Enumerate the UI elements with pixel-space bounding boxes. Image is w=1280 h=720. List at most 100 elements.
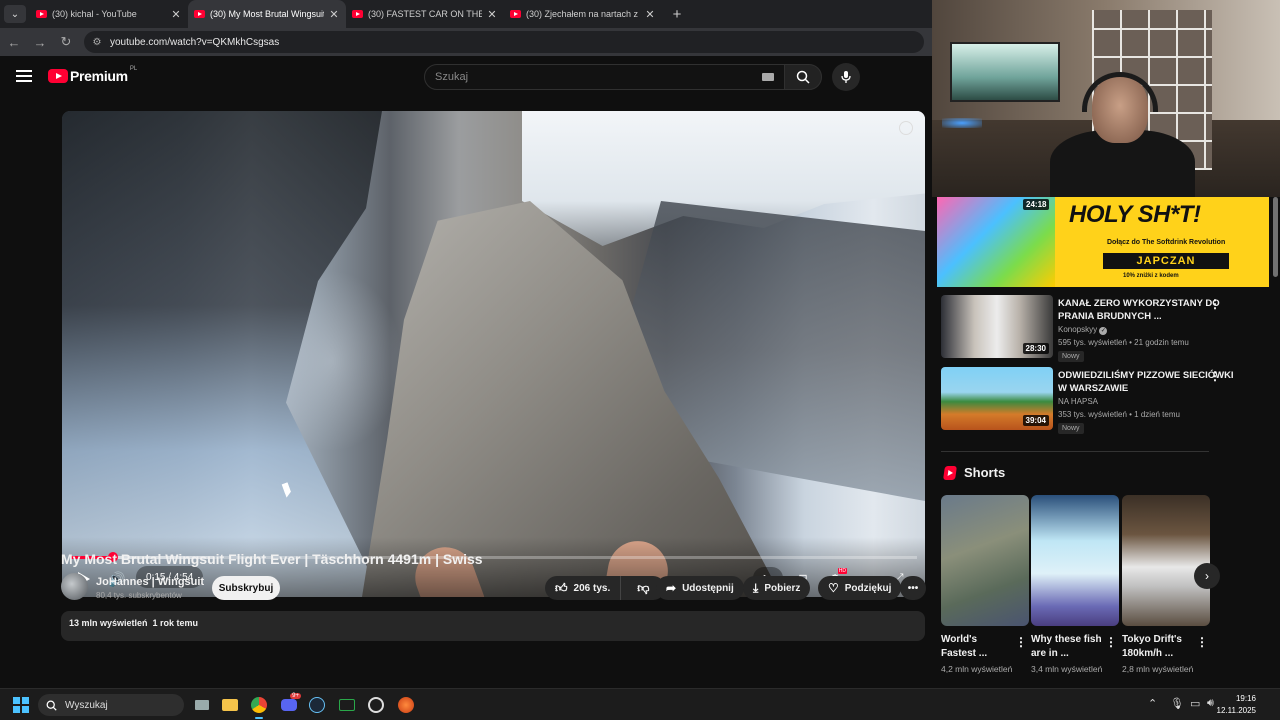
browser-tab[interactable]: (30) kichal - YouTube ✕ xyxy=(30,0,188,28)
steam-icon[interactable] xyxy=(305,693,329,717)
short-thumbnail[interactable] xyxy=(1122,495,1210,626)
share-button[interactable]: ➦ Udostępnij xyxy=(656,576,744,600)
tab-close-icon[interactable]: ✕ xyxy=(170,8,182,21)
video-meta: 595 tys. wyświetleń • 21 godzin temu xyxy=(1058,338,1189,347)
hamburger-menu-icon[interactable] xyxy=(16,70,32,82)
short-item[interactable]: Tokyo Drift's 180km/h ... 2,8 mln wyświe… xyxy=(1122,495,1210,688)
tab-close-icon[interactable]: ✕ xyxy=(328,8,340,21)
download-button[interactable]: ⤓ Pobierz xyxy=(743,576,811,600)
video-duration: 39:04 xyxy=(1022,415,1049,426)
channel-avatar[interactable] xyxy=(61,573,88,600)
more-vertical-icon[interactable]: ⋮ xyxy=(1196,635,1208,649)
search-icon xyxy=(796,70,810,84)
video-title: My Most Brutal Wingsuit Flight Ever | Tä… xyxy=(61,551,483,567)
chevron-up-icon[interactable]: ⌃ xyxy=(1148,697,1157,710)
new-tab-plus-icon[interactable]: + xyxy=(666,3,688,25)
speaker-icon[interactable]: 🔊︎ xyxy=(1207,697,1214,710)
xbox-icon[interactable] xyxy=(335,693,359,717)
webcam-led xyxy=(942,118,982,128)
new-badge: Nowy xyxy=(1058,423,1084,434)
taskbar-search[interactable]: Wyszukaj xyxy=(38,694,184,716)
ad-promo: 10% zniżki z kodem xyxy=(1123,273,1179,279)
chrome-icon[interactable] xyxy=(247,693,271,719)
ad-subline: Dołącz do The Softdrink Revolution xyxy=(1107,239,1226,246)
tab-search-button[interactable]: ⌄ xyxy=(4,5,26,23)
more-vertical-icon[interactable]: ⋮ xyxy=(1209,297,1221,311)
short-title[interactable]: Why these fish are in ... xyxy=(1031,633,1103,661)
short-item[interactable]: Why these fish are in ... 3,4 mln wyświe… xyxy=(1031,495,1119,688)
video-thumbnail[interactable]: 28:30 xyxy=(941,295,1053,358)
keyboard-icon[interactable] xyxy=(762,73,774,81)
thanks-button[interactable]: ♡ Podziękuj xyxy=(818,576,902,600)
address-bar[interactable]: ⚙ youtube.com/watch?v=QKMkhCsgsas xyxy=(84,31,924,53)
microphone-icon[interactable]: 🎙︎ xyxy=(1170,697,1184,710)
channel-name[interactable]: JoHannes | Wingsuit xyxy=(96,576,204,588)
forward-arrow-icon[interactable]: → xyxy=(28,30,52,54)
discord-notification-badge: 9+ xyxy=(290,693,301,699)
search-input[interactable]: Szukaj xyxy=(424,64,786,90)
channel-name[interactable]: Konopskyy ✓ xyxy=(1058,325,1108,335)
browser-tab[interactable]: (30) FASTEST CAR ON THE PLA ✕ xyxy=(346,0,504,28)
tab-close-icon[interactable]: ✕ xyxy=(486,8,498,21)
more-vertical-icon[interactable]: ⋮ xyxy=(1015,635,1027,649)
sponsored-video-thumbnail[interactable]: 24:18 HOLY SH*T! Dołącz do The Softdrink… xyxy=(937,197,1269,287)
chevron-right-icon[interactable]: › xyxy=(1194,563,1220,589)
more-actions-button[interactable]: ••• xyxy=(900,576,926,600)
new-badge: Nowy xyxy=(1058,351,1084,362)
short-thumbnail[interactable] xyxy=(1031,495,1119,626)
youtube-favicon-icon xyxy=(194,10,205,18)
more-vertical-icon[interactable]: ⋮ xyxy=(1105,635,1117,649)
like-count: 206 tys. xyxy=(573,582,611,594)
view-count-and-date: 13 mln wyświetleń 1 rok temu xyxy=(69,618,199,628)
obs-icon[interactable] xyxy=(364,693,388,717)
windows-start-icon[interactable] xyxy=(13,697,29,713)
verified-check-icon: ✓ xyxy=(1099,327,1108,335)
youtube-favicon-icon xyxy=(36,10,47,18)
url-text: youtube.com/watch?v=QKMkhCsgsas xyxy=(110,36,280,48)
short-views: 3,4 mln wyświetleń xyxy=(1031,664,1103,674)
recommended-video[interactable]: 39:04 ODWIEDZILIŚMY PIZZOWE SIECIÓWKI W … xyxy=(941,367,1261,434)
subscribe-button[interactable]: Subskrybuj xyxy=(212,576,280,600)
file-explorer-icon[interactable] xyxy=(218,693,242,717)
section-divider xyxy=(941,451,1209,452)
video-frame-left-rock xyxy=(62,111,382,597)
recommended-video[interactable]: 28:30 KANAŁ ZERO WYKORZYSTANY DO PRANIA … xyxy=(941,295,1261,362)
clock-date: 12.11.2025 xyxy=(1216,706,1256,715)
microphone-icon xyxy=(841,71,851,83)
browser-tab-active[interactable]: (30) My Most Brutal Wingsuit F ✕ xyxy=(188,0,346,28)
short-item[interactable]: World's Fastest ... 4,2 mln wyświetleń ⋮ xyxy=(941,495,1029,688)
info-icon[interactable] xyxy=(899,121,913,135)
browser-tab-strip: ⌄ (30) kichal - YouTube ✕ (30) My Most B… xyxy=(0,0,932,28)
youtube-premium-logo[interactable]: Premium PL xyxy=(48,66,137,84)
dislike-button[interactable]: 👎︎ xyxy=(627,581,659,596)
browser-tab[interactable]: (30) Zjechałem na nartach z Mo ✕ xyxy=(504,0,662,28)
youtube-header: Premium PL Szukaj xyxy=(0,56,932,98)
video-thumbnail[interactable]: 39:04 xyxy=(941,367,1053,430)
recommendations-sidebar: 24:18 HOLY SH*T! Dołącz do The Softdrink… xyxy=(932,197,1280,688)
channel-name[interactable]: NA HAPSA xyxy=(1058,397,1098,406)
like-button[interactable]: 👍︎ 206 tys. xyxy=(545,576,622,600)
channel-name-text: Konopskyy xyxy=(1058,325,1098,334)
search-button[interactable] xyxy=(784,64,822,90)
short-thumbnail[interactable] xyxy=(941,495,1029,626)
share-label: Udostępnij xyxy=(682,582,734,594)
task-view-icon[interactable] xyxy=(190,693,214,717)
discord-icon[interactable]: 9+ xyxy=(277,693,301,717)
share-arrow-icon: ➦ xyxy=(666,581,677,595)
site-info-icon[interactable]: ⚙ xyxy=(90,35,104,49)
short-title[interactable]: World's Fastest ... xyxy=(941,633,1013,661)
taskbar-clock[interactable]: 19:16 12.11.2025 xyxy=(1217,693,1256,717)
scrollbar[interactable] xyxy=(1273,197,1278,277)
video-player[interactable]: 🔊 0:15 / 4:54 ▶ ⊟ ⚙HD ▭ ⤢ xyxy=(62,111,925,597)
description-box[interactable]: 13 mln wyświetleń 1 rok temu xyxy=(61,611,925,641)
voice-search-button[interactable] xyxy=(832,63,860,91)
heart-dollar-icon: ♡ xyxy=(828,581,839,595)
short-title[interactable]: Tokyo Drift's 180km/h ... xyxy=(1122,633,1194,661)
more-vertical-icon[interactable]: ⋮ xyxy=(1209,369,1221,383)
display-icon[interactable]: ▭ xyxy=(1190,697,1200,710)
reload-icon[interactable]: ↻ xyxy=(54,30,78,54)
app-icon[interactable] xyxy=(394,693,418,717)
logo-text: Premium xyxy=(70,68,128,84)
back-arrow-icon[interactable]: ← xyxy=(2,30,26,54)
tab-close-icon[interactable]: ✕ xyxy=(644,8,656,21)
